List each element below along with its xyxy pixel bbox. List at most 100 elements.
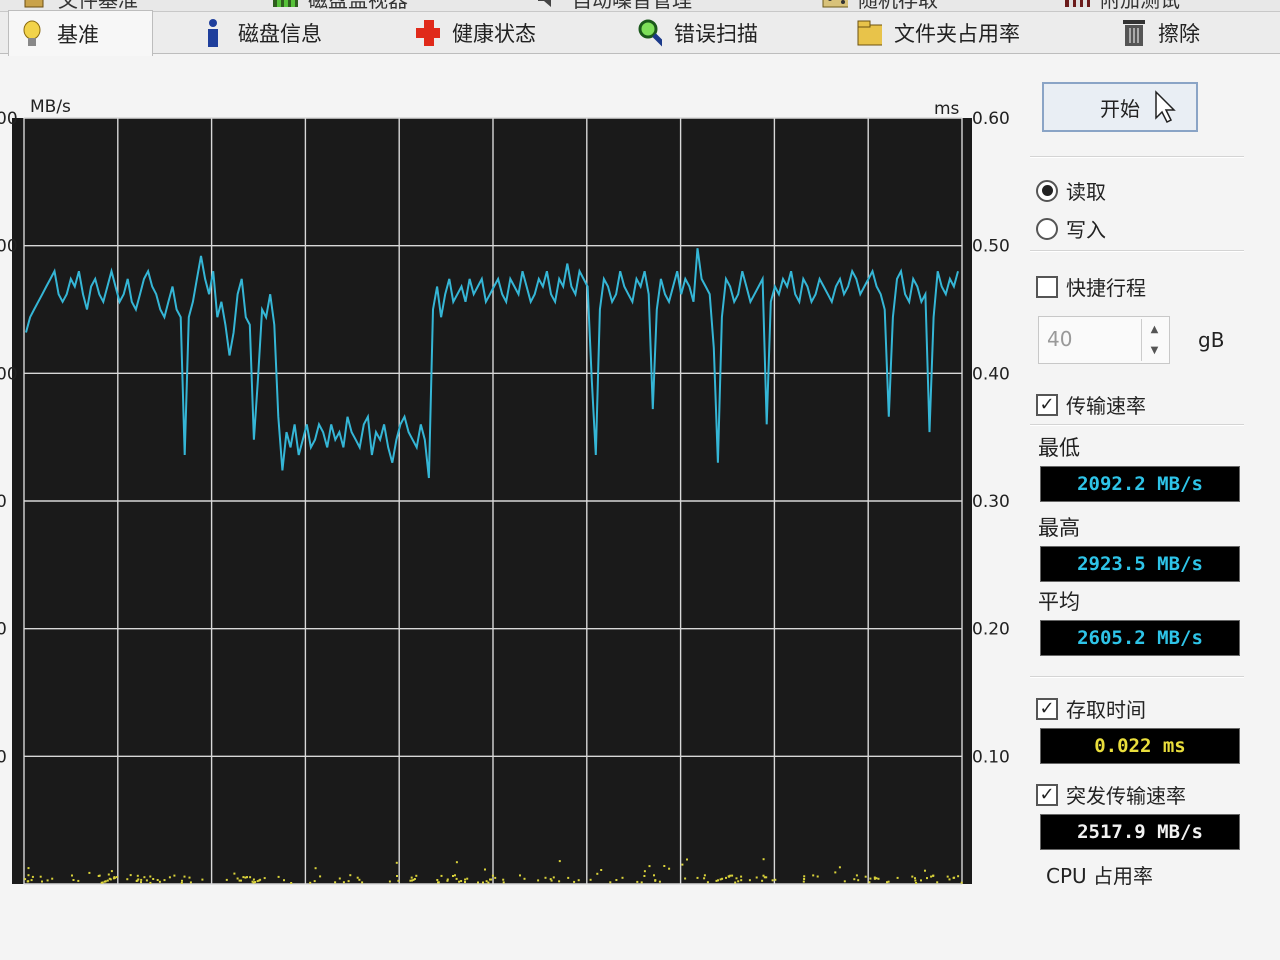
access-time-point xyxy=(735,877,738,880)
access-time-point xyxy=(334,881,337,884)
access-time-point xyxy=(251,880,254,883)
tab-error-scan[interactable]: 错误扫描 xyxy=(626,12,768,54)
access-time-point xyxy=(464,881,466,883)
access-time-point xyxy=(246,876,248,879)
access-time-point xyxy=(924,869,926,872)
access-time-point xyxy=(436,879,439,881)
access-time-point xyxy=(149,875,152,878)
access-time-point xyxy=(440,874,443,877)
access-time-point xyxy=(725,876,727,879)
hdtune-window: 文件基准 磁盘监视器 自动噪音管理 随机存取 附加测试 xyxy=(0,0,1280,960)
tab-noise-management[interactable]: 自动噪音管理 xyxy=(536,0,692,12)
access-time-checkbox[interactable]: ✓ 存取时间 xyxy=(1036,694,1146,723)
tab-benchmark[interactable]: 基准 xyxy=(8,10,153,56)
short-stroke-unit: gB xyxy=(1198,328,1225,352)
separator xyxy=(1030,156,1244,158)
access-time-point xyxy=(740,879,743,882)
access-time-point xyxy=(437,881,439,884)
access-time-point xyxy=(550,879,553,882)
access-time-point xyxy=(358,878,361,881)
tab-disk-monitor[interactable]: 磁盘监视器 xyxy=(272,0,408,12)
min-readout: 2092.2 MB/s xyxy=(1040,466,1240,502)
access-time-point xyxy=(803,875,806,878)
tab-random-access[interactable]: 随机存取 xyxy=(822,0,938,12)
transfer-rate-checkbox[interactable]: ✓ 传输速率 xyxy=(1036,390,1146,419)
access-time-point xyxy=(930,875,933,878)
access-time-point xyxy=(46,879,49,882)
access-time-point xyxy=(242,876,245,879)
access-time-point xyxy=(577,879,580,882)
access-time-point xyxy=(864,875,867,878)
access-time-point xyxy=(589,878,592,881)
right-tick-label: 0.30 xyxy=(972,492,1010,512)
min-label: 最低 xyxy=(1038,436,1080,460)
short-stroke-stepper[interactable]: 40 ▲ ▼ xyxy=(1038,316,1170,364)
access-time-point xyxy=(180,882,183,884)
spin-down-icon[interactable]: ▼ xyxy=(1142,340,1167,361)
access-time-point xyxy=(748,879,751,882)
tab-erase[interactable]: 擦除 xyxy=(1110,12,1210,54)
right-tick-label: 0.40 xyxy=(972,364,1010,384)
start-button[interactable]: 开始 xyxy=(1042,82,1198,132)
access-time-point xyxy=(658,880,661,883)
access-time-point xyxy=(803,878,806,880)
access-time-point xyxy=(233,872,236,875)
access-time-point xyxy=(319,875,322,878)
write-radio-icon xyxy=(1036,217,1058,240)
folder-icon xyxy=(856,19,882,47)
access-time-point xyxy=(254,881,257,883)
access-time-point xyxy=(466,877,469,880)
access-time-point xyxy=(737,880,740,883)
separator xyxy=(1030,676,1244,678)
burst-rate-checkbox[interactable]: ✓ 突发传输速率 xyxy=(1036,780,1186,809)
access-time-point xyxy=(915,882,918,884)
burst-rate-readout: 2517.9 MB/s xyxy=(1040,814,1240,850)
access-time-point xyxy=(158,880,161,883)
access-time-point xyxy=(149,881,152,884)
left-tick-label: 00 xyxy=(0,364,18,384)
access-time-point xyxy=(960,881,963,884)
tab-folder-usage[interactable]: 文件夹占用率 xyxy=(846,12,1030,54)
left-tick-label: 0 xyxy=(0,492,7,512)
tab-extra-tests[interactable]: 附加测试 xyxy=(1064,0,1180,12)
access-time-point xyxy=(696,876,699,879)
spin-up-icon[interactable]: ▲ xyxy=(1142,319,1167,340)
read-radio[interactable]: 读取 xyxy=(1036,176,1106,205)
access-time-point xyxy=(609,881,612,884)
access-time-point xyxy=(519,874,521,877)
access-time-point xyxy=(640,881,643,884)
access-time-point xyxy=(189,881,192,884)
access-time-point xyxy=(188,876,191,879)
access-time-point xyxy=(482,881,484,884)
left-tick-label: 00 xyxy=(0,109,18,129)
access-time-point xyxy=(314,867,317,870)
checkmark-icon: ✓ xyxy=(1036,393,1058,416)
access-time-point xyxy=(136,874,139,877)
access-time-point xyxy=(653,874,655,877)
right-tick-label: 0.50 xyxy=(972,237,1010,257)
access-time-point xyxy=(477,881,479,884)
access-time-point xyxy=(77,879,80,882)
tab-health[interactable]: 健康状态 xyxy=(404,12,546,54)
tab-disk-info[interactable]: 磁盘信息 xyxy=(190,12,332,54)
access-time-point xyxy=(290,882,293,884)
access-time-point xyxy=(648,865,651,868)
access-time-point xyxy=(731,874,734,877)
access-time-point xyxy=(812,874,815,877)
access-time-point xyxy=(703,874,706,877)
access-time-point xyxy=(946,875,949,878)
access-time-point xyxy=(636,880,639,883)
short-stroke-checkbox[interactable]: 快捷行程 xyxy=(1036,272,1146,301)
avg-label: 平均 xyxy=(1038,590,1080,614)
access-time-point xyxy=(544,876,547,879)
access-time-point xyxy=(948,878,951,881)
mouse-cursor-icon xyxy=(1154,90,1176,129)
access-time-point xyxy=(397,879,400,882)
access-time-point xyxy=(110,870,113,873)
access-time-point xyxy=(684,877,687,880)
access-time-point xyxy=(31,875,34,878)
write-radio[interactable]: 写入 xyxy=(1036,214,1106,243)
access-time-point xyxy=(183,875,186,878)
access-time-point xyxy=(706,881,709,884)
access-time-point xyxy=(342,881,345,884)
